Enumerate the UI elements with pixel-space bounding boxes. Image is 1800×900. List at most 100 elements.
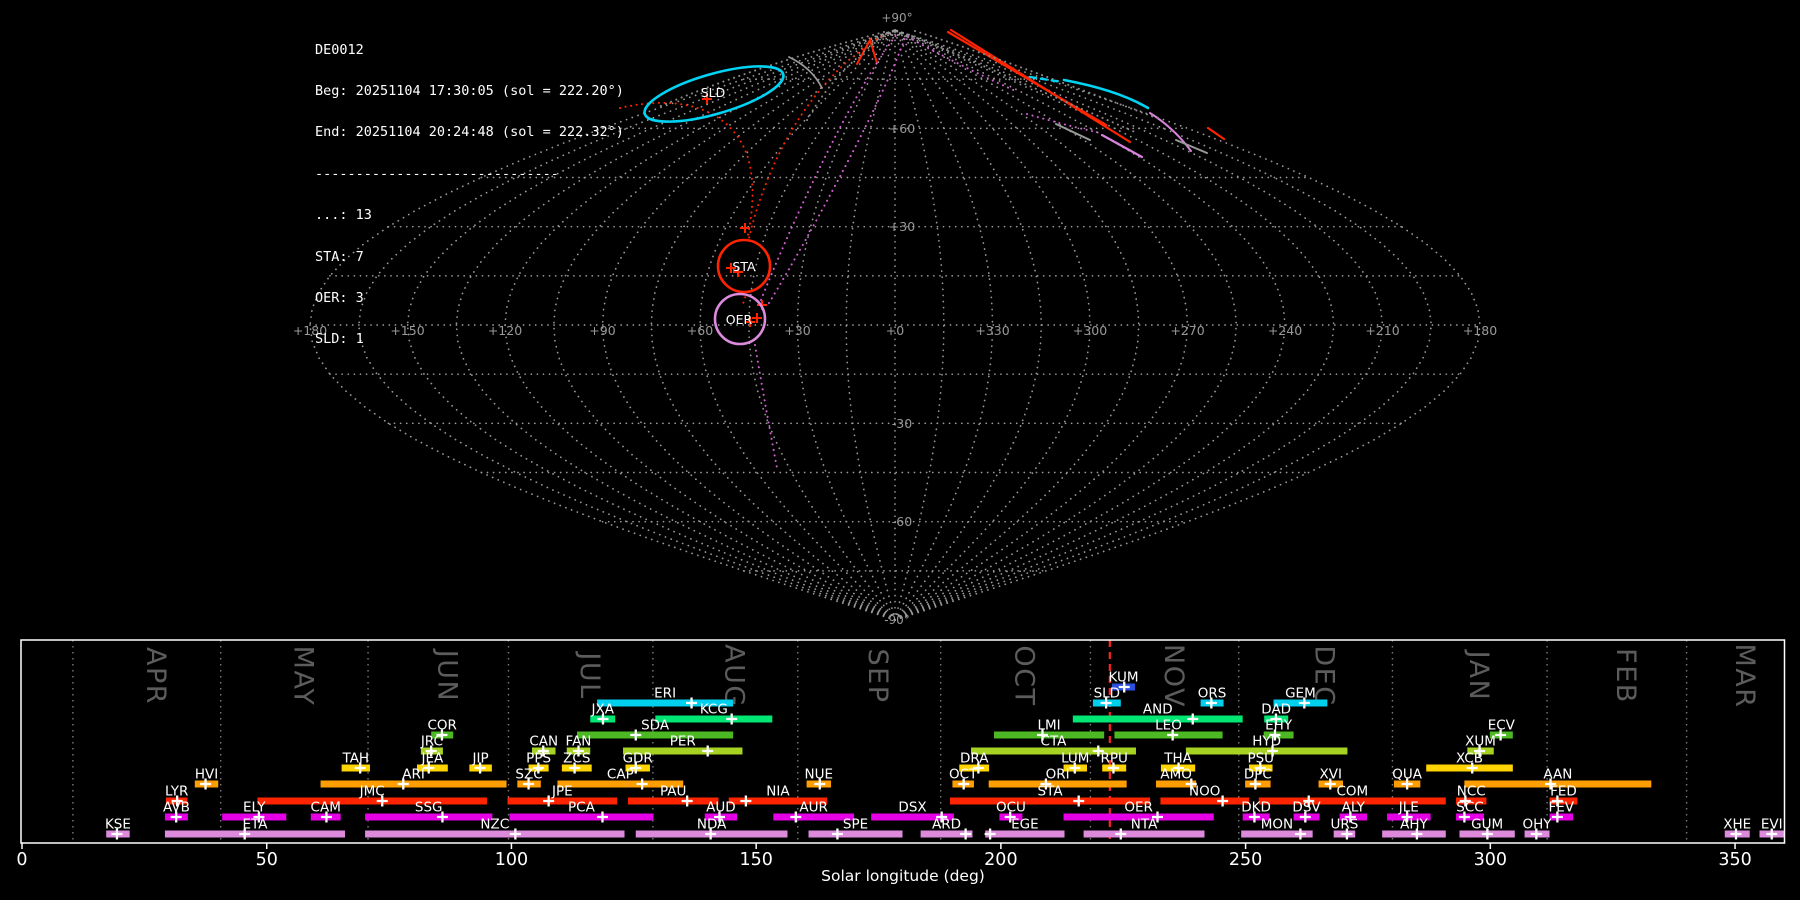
shower-label: AAN (1543, 767, 1572, 783)
shower-DSV: DSV (1292, 800, 1321, 823)
shower-peak-marker (984, 828, 996, 840)
shower-SLD: SLD (1092, 686, 1121, 709)
shower-OCT: OCT (949, 767, 978, 790)
shower-NDA: NDA (635, 817, 788, 840)
x-tick-label: 350 (1718, 850, 1751, 870)
shower-XCB: XCB (1426, 751, 1513, 774)
shower-label: GDR (623, 751, 653, 767)
shower-peak-marker (1187, 713, 1199, 725)
shower-label: SDA (641, 718, 670, 734)
shower-EGE: EGE (984, 817, 1065, 840)
shower-label: XHE (1723, 817, 1751, 833)
shower-label: XCB (1456, 751, 1483, 767)
month-label-APR: APR (140, 647, 171, 705)
shower-peak-marker (1115, 828, 1127, 840)
shower-peak-marker (960, 828, 972, 840)
shower-label: JPE (551, 784, 573, 800)
shower-label: FED (1550, 784, 1577, 800)
shower-label: ERI (654, 686, 676, 702)
shower-label: ARI (402, 767, 425, 783)
shower-label: CAP (607, 767, 634, 783)
month-label-MAR: MAR (1729, 643, 1760, 708)
shower-FEV: FEV (1549, 800, 1575, 823)
shower-ORS: ORS (1198, 686, 1226, 709)
shower-label: SPE (843, 817, 868, 833)
shower-label: NIA (766, 784, 790, 800)
shower-HVI: HVI (194, 767, 219, 790)
shower-label: EHY (1265, 718, 1293, 734)
x-tick-label: 150 (739, 850, 772, 870)
shower-label: URS (1331, 817, 1359, 833)
shower-label: ELY (243, 800, 266, 816)
shower-TAH: TAH (342, 751, 370, 774)
shower-label: DPC (1244, 767, 1272, 783)
shower-label: NZC (480, 817, 509, 833)
shower-label: SSG (415, 800, 443, 816)
month-label-FEB: FEB (1610, 648, 1641, 704)
shower-label: ARD (932, 817, 961, 833)
shower-NUE: NUE (805, 767, 833, 790)
shower-QUA: QUA (1392, 767, 1423, 790)
shower-peak-marker (630, 729, 642, 741)
shower-label: GEM (1285, 686, 1316, 702)
shower-label: OER (1124, 800, 1153, 816)
x-axis-title: Solar longitude (deg) (821, 867, 985, 885)
shower-peak-marker (740, 795, 752, 807)
shower-label: CTA (1041, 734, 1068, 750)
shower-peak-marker (686, 697, 698, 709)
meteor-activity-screen: +180 +150 +120 +90 +60 +30 +0 +330 +300 +270 +240 +… (0, 0, 1800, 900)
shower-label: AMO (1160, 767, 1192, 783)
shower-label: JLE (1398, 800, 1419, 816)
x-tick-label: 100 (495, 850, 528, 870)
shower-AVB: AVB (163, 800, 190, 823)
shower-SZC: SZC (515, 767, 543, 790)
shower-label: NCC (1457, 784, 1486, 800)
shower-label: ETA (242, 817, 268, 833)
activity-timeline-chart: APR MAY JUN JUL AUG SEP OCT NOV DEC JAN FEB MARKUME… (16, 639, 1786, 885)
shower-label: JEA (421, 751, 445, 767)
shower-label: EGE (1011, 817, 1039, 833)
shower-KSE: KSE (105, 817, 131, 840)
x-tick-label: 300 (1474, 850, 1507, 870)
shower-label: AUR (799, 800, 828, 816)
month-label-JAN: JAN (1463, 649, 1494, 702)
shower-label: JMC (359, 784, 385, 800)
shower-peak-marker (1073, 795, 1085, 807)
shower-label: KCG (700, 702, 728, 718)
month-label-MAY: MAY (288, 646, 319, 707)
shower-label: SCC (1456, 800, 1483, 816)
shower-label: TAH (342, 751, 370, 767)
month-label-NOV: NOV (1158, 644, 1189, 708)
month-label-AUG: AUG (718, 644, 749, 708)
month-label-JUL: JUL (574, 650, 605, 699)
shower-peak-marker (509, 828, 521, 840)
shower-peak-marker (1294, 828, 1306, 840)
shower-JXA: JXA (590, 702, 616, 725)
shower-ZCS: ZCS (561, 751, 592, 774)
shower-CAM: CAM (311, 800, 341, 823)
shower-label: DSX (898, 800, 926, 816)
shower-label: PAU (660, 784, 686, 800)
shower-peak-marker (636, 778, 648, 790)
shower-label: COM (1336, 784, 1368, 800)
x-tick-label: 200 (984, 850, 1017, 870)
shower-label: MON (1261, 817, 1293, 833)
shower-label: ORI (1046, 767, 1070, 783)
month-label-OCT: OCT (1009, 645, 1040, 706)
shower-label: STA (1038, 784, 1064, 800)
shower-label: DRA (960, 751, 989, 767)
shower-RPU: RPU (1100, 751, 1128, 774)
x-tick-label: 250 (1229, 850, 1262, 870)
shower-label: NOO (1189, 784, 1220, 800)
shower-label: DKD (1241, 800, 1271, 816)
shower-label: ZCS (563, 751, 590, 767)
shower-peak-marker (596, 811, 608, 823)
shower-label: LMI (1038, 718, 1061, 734)
shower-label: FEV (1549, 800, 1575, 816)
shower-DPC: DPC (1244, 767, 1272, 790)
shower-label: AUD (706, 800, 736, 816)
month-label-SEP: SEP (862, 649, 893, 704)
shower-label: PCA (568, 800, 596, 816)
shower-label: ALY (1342, 800, 1366, 816)
shower-XHE: XHE (1723, 817, 1751, 840)
